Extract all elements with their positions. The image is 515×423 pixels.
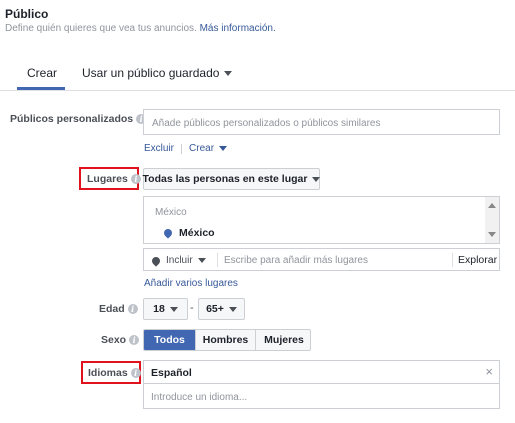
close-icon[interactable]: × bbox=[485, 364, 493, 379]
subtitle-text: Define quién quieres que vea tus anuncio… bbox=[5, 23, 197, 34]
tabs-divider bbox=[0, 90, 515, 91]
add-multiple-locations-link[interactable]: Añadir varios lugares bbox=[144, 278, 238, 289]
tab-create[interactable]: Crear bbox=[27, 66, 57, 80]
locations-label-text: Lugares bbox=[87, 173, 128, 185]
languages-label-text: Idiomas bbox=[88, 367, 128, 379]
chevron-down-icon bbox=[312, 176, 321, 182]
page-subtitle: Define quién quieres que vea tus anuncio… bbox=[5, 23, 276, 34]
custom-audiences-label-text: Públicos personalizados bbox=[10, 113, 134, 125]
languages-label: Idiomas i bbox=[88, 367, 141, 379]
age-range-separator: - bbox=[190, 302, 194, 314]
create-link-text: Crear bbox=[189, 143, 215, 154]
audience-tabs: Crear Usar un público guardado bbox=[0, 58, 515, 90]
actions-divider bbox=[181, 143, 183, 154]
age-label: Edad i bbox=[99, 303, 138, 315]
selected-location-text: México bbox=[179, 227, 215, 239]
language-input-placeholder: Introduce un idioma... bbox=[151, 392, 248, 403]
locations-search-placeholder: Escribe para añadir más lugares bbox=[224, 255, 368, 266]
locations-country-header: México bbox=[155, 207, 187, 218]
gender-label-text: Sexo bbox=[101, 334, 127, 346]
more-info-link[interactable]: Más información. bbox=[200, 23, 276, 34]
selected-language-text: Español bbox=[151, 367, 192, 379]
gender-label: Sexo i bbox=[101, 334, 140, 346]
age-label-text: Edad bbox=[99, 303, 125, 315]
locations-search-input[interactable]: Escribe para añadir más lugares bbox=[224, 254, 444, 266]
locations-list: México México bbox=[143, 196, 500, 244]
locations-dropdown-value: Todas las personas en este lugar bbox=[142, 173, 308, 185]
locations-scrollbar[interactable] bbox=[485, 197, 499, 243]
custom-audiences-actions: Excluir Crear bbox=[144, 143, 228, 154]
chevron-down-icon bbox=[224, 70, 233, 76]
custom-audiences-label: Públicos personalizados i bbox=[10, 113, 147, 125]
tab-use-saved-audience-label: Usar un público guardado bbox=[82, 66, 220, 80]
exclude-link[interactable]: Excluir bbox=[144, 143, 174, 154]
age-min-select[interactable]: 18 bbox=[143, 298, 188, 320]
explore-divider bbox=[452, 253, 453, 267]
custom-audiences-placeholder: Añade públicos personalizados o públicos… bbox=[152, 118, 381, 129]
info-icon[interactable]: i bbox=[129, 335, 140, 345]
scroll-down-icon[interactable] bbox=[488, 232, 496, 237]
chevron-down-icon bbox=[197, 258, 206, 263]
location-pin-icon bbox=[150, 254, 162, 267]
chevron-down-icon bbox=[169, 306, 178, 312]
custom-audiences-input[interactable]: Añade públicos personalizados o públicos… bbox=[143, 109, 500, 135]
info-icon[interactable]: i bbox=[127, 304, 138, 314]
locations-audience-dropdown[interactable]: Todas las personas en este lugar bbox=[142, 168, 321, 190]
chevron-down-icon bbox=[219, 146, 228, 151]
age-max-value: 65+ bbox=[206, 303, 224, 315]
scroll-up-icon[interactable] bbox=[488, 203, 496, 208]
age-max-select[interactable]: 65+ bbox=[198, 298, 245, 320]
tab-use-saved-audience[interactable]: Usar un público guardado bbox=[82, 66, 233, 80]
page-title: Público bbox=[5, 7, 49, 21]
gender-option-women[interactable]: Mujeres bbox=[255, 330, 310, 350]
include-dropdown[interactable]: Incluir bbox=[150, 254, 206, 267]
include-dropdown-value: Incluir bbox=[166, 255, 193, 266]
info-icon[interactable]: i bbox=[130, 174, 141, 184]
language-input[interactable]: Introduce un idioma... bbox=[143, 383, 500, 409]
gender-option-all[interactable]: Todos bbox=[144, 330, 195, 350]
create-link[interactable]: Crear bbox=[189, 143, 228, 154]
location-pin-icon bbox=[162, 227, 174, 239]
age-min-value: 18 bbox=[153, 303, 165, 315]
info-icon[interactable]: i bbox=[130, 368, 141, 378]
locations-search-row: Incluir Escribe para añadir más lugares … bbox=[143, 248, 500, 271]
selected-language-row: Español × bbox=[143, 360, 500, 384]
locations-label: Lugares i bbox=[87, 173, 141, 185]
search-row-divider bbox=[217, 253, 218, 267]
gender-option-men[interactable]: Hombres bbox=[195, 330, 255, 350]
gender-segmented-control: Todos Hombres Mujeres bbox=[143, 329, 311, 351]
explore-button[interactable]: Explorar bbox=[458, 254, 497, 266]
selected-location-item[interactable]: México bbox=[162, 227, 215, 239]
chevron-down-icon bbox=[228, 306, 237, 312]
